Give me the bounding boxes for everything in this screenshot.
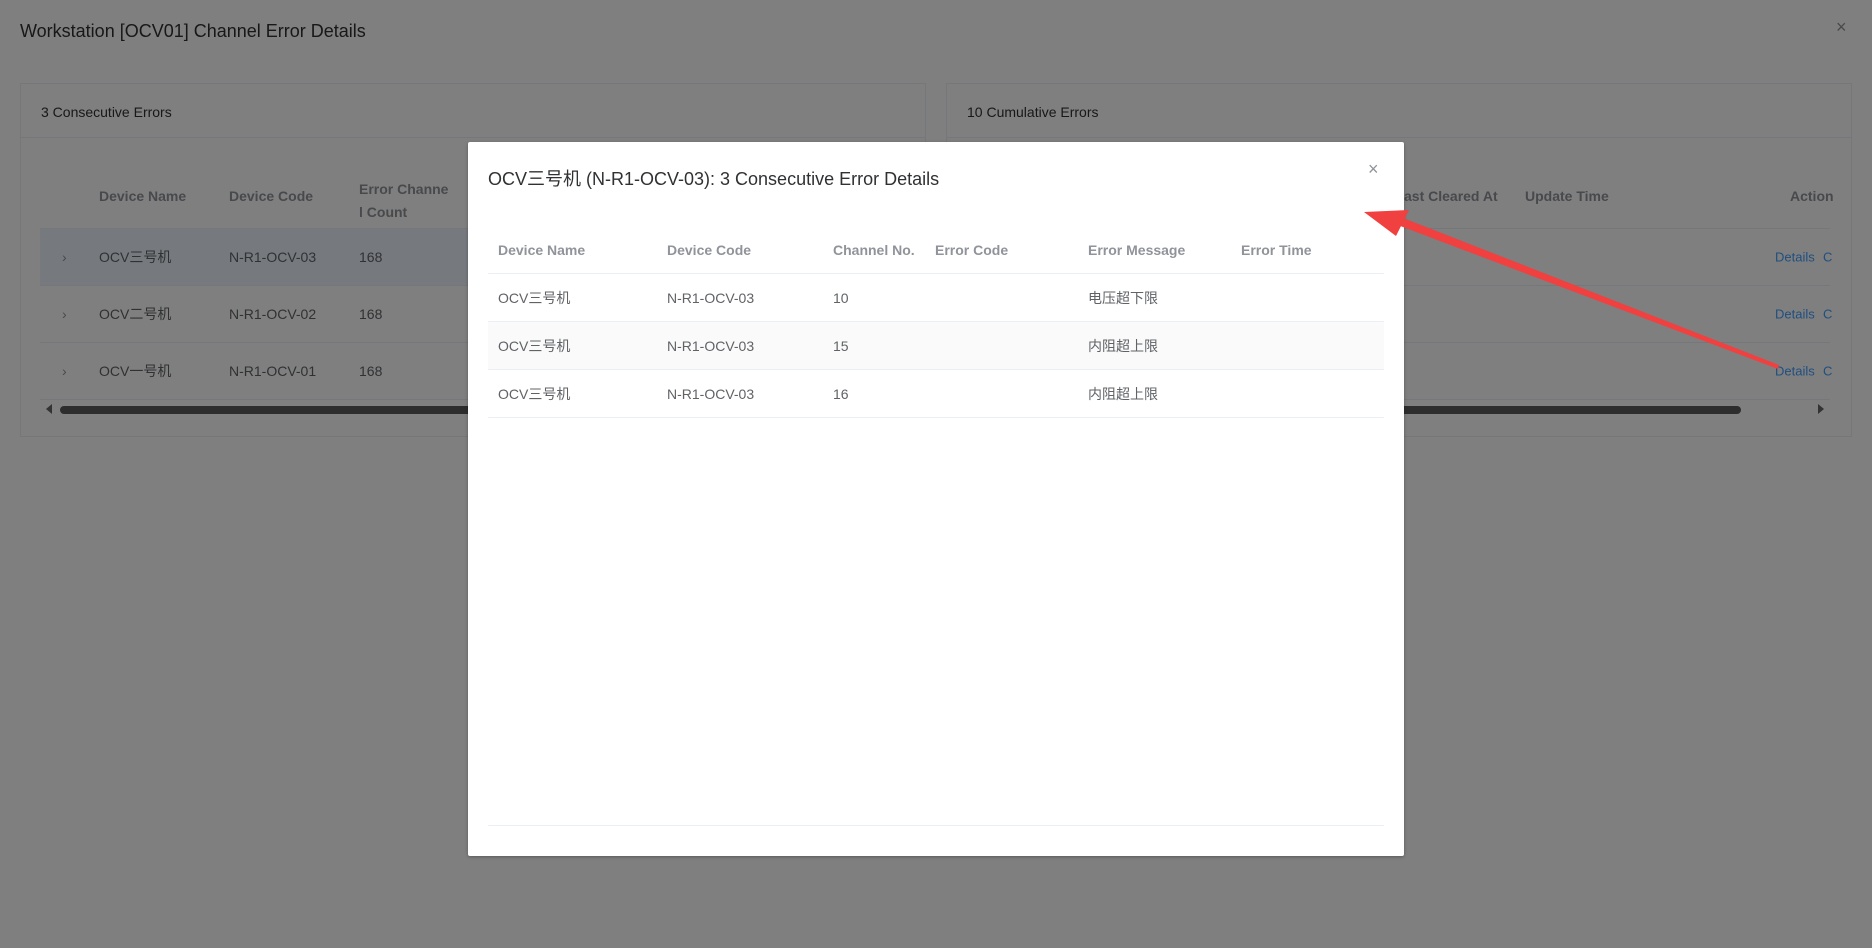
device-code-cell: N-R1-OCV-03 — [667, 289, 755, 306]
error-details-dialog: OCV三号机 (N-R1-OCV-03): 3 Consecutive Erro… — [468, 142, 1404, 856]
device-code-cell: N-R1-OCV-03 — [667, 385, 755, 402]
table-row[interactable]: OCV三号机 N-R1-OCV-03 15 内阻超上限 — [488, 322, 1384, 370]
column-header-channel-no: Channel No. — [833, 241, 915, 258]
column-header-error-code: Error Code — [935, 241, 1009, 258]
table-row[interactable]: OCV三号机 N-R1-OCV-03 16 内阻超上限 — [488, 370, 1384, 418]
column-header-error-message: Error Message — [1088, 241, 1186, 258]
device-name-cell: OCV三号机 — [498, 337, 571, 354]
error-details-table: Device Name Device Code Channel No. Erro… — [488, 226, 1384, 826]
column-header-device-name: Device Name — [498, 241, 586, 258]
channel-no-cell: 10 — [833, 289, 849, 306]
error-message-cell: 电压超下限 — [1088, 289, 1158, 306]
channel-no-cell: 16 — [833, 385, 849, 402]
table-header-row: Device Name Device Code Channel No. Erro… — [488, 226, 1384, 274]
column-header-error-time: Error Time — [1241, 241, 1312, 258]
error-message-cell: 内阻超上限 — [1088, 385, 1158, 402]
error-message-cell: 内阻超上限 — [1088, 337, 1158, 354]
column-header-device-code: Device Code — [667, 241, 752, 258]
device-name-cell: OCV三号机 — [498, 385, 571, 402]
close-icon[interactable]: × — [1368, 160, 1379, 178]
device-name-cell: OCV三号机 — [498, 289, 571, 306]
device-code-cell: N-R1-OCV-03 — [667, 337, 755, 354]
dialog-title: OCV三号机 (N-R1-OCV-03): 3 Consecutive Erro… — [488, 169, 940, 189]
table-row[interactable]: OCV三号机 N-R1-OCV-03 10 电压超下限 — [488, 274, 1384, 322]
channel-no-cell: 15 — [833, 337, 849, 354]
